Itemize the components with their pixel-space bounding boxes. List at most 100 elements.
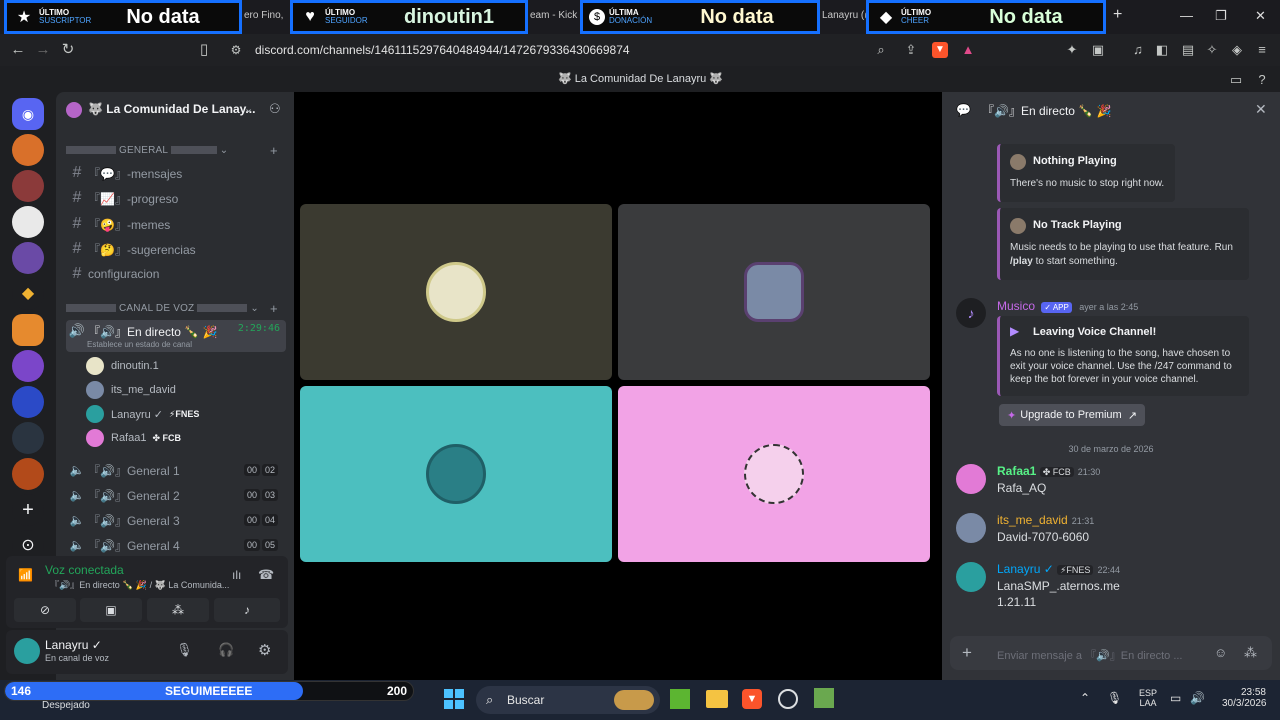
inbox-icon[interactable]: ▭ [1228, 72, 1244, 88]
new-tab-button[interactable]: + [1113, 6, 1122, 24]
leo-ai-icon[interactable]: ✧ [1204, 42, 1220, 58]
menu-icon[interactable]: ≡ [1254, 42, 1270, 58]
close-icon[interactable]: ✕ [1255, 101, 1267, 118]
activities-button[interactable]: ⁂ [147, 598, 209, 622]
avatar[interactable] [14, 638, 40, 664]
disconnect-icon[interactable]: ☎ [258, 567, 274, 583]
brave-browser-icon[interactable]: ▼ [742, 689, 762, 709]
voice-channel[interactable]: 🔈 『🔊』General 3 00 04 [66, 509, 286, 531]
upgrade-premium-button[interactable]: ✦ Upgrade to Premium ↗ [999, 404, 1145, 426]
zoom-icon[interactable]: ⌕ [873, 42, 889, 58]
voice-user[interactable]: Lanayru ✓ ⚡FNES [86, 404, 199, 424]
brave-rewards-icon[interactable]: ▲ [960, 42, 976, 58]
text-channel[interactable]: # configuracion [66, 263, 286, 285]
network-icon[interactable]: ▭ [1170, 691, 1181, 705]
weather-text[interactable]: Despejado [42, 700, 90, 711]
add-server-icon[interactable]: + [12, 494, 44, 526]
help-icon[interactable]: ? [1254, 72, 1270, 88]
category-general[interactable]: GENERAL [119, 145, 168, 156]
brave-shields-icon[interactable]: ▼ [932, 42, 948, 58]
microphone-icon[interactable]: 🎙 [176, 642, 193, 658]
category-voice[interactable]: CANAL DE VOZ [119, 303, 194, 314]
server-icon[interactable] [12, 314, 44, 346]
participant-tile[interactable] [618, 386, 930, 562]
minecraft-app-icon[interactable] [670, 689, 690, 709]
obs-app-icon[interactable] [778, 689, 798, 709]
server-icon[interactable] [12, 386, 44, 418]
browser-tab[interactable]: eam - Kick [530, 10, 577, 21]
url-input[interactable]: discord.com/channels/1461115297640484944… [255, 43, 630, 57]
settings-gear-icon[interactable]: ⚙ [258, 641, 271, 659]
chevron-down-icon[interactable]: ⌄ [244, 102, 253, 115]
text-channel[interactable]: # 『🤪』-memes [66, 213, 286, 235]
voice-user[interactable]: dinoutin.1 [86, 356, 159, 376]
avatar[interactable] [956, 513, 986, 543]
maximize-button[interactable]: ❐ [1215, 8, 1227, 24]
volume-icon[interactable]: 🔊 [1190, 691, 1205, 705]
emoji-icon[interactable]: ☺ [1214, 645, 1227, 660]
voice-user[interactable]: its_me_david [86, 380, 176, 400]
channel-status[interactable]: Establece un estado de canal [87, 340, 192, 349]
minecraft-launcher-icon[interactable] [814, 688, 834, 708]
taskbar-search[interactable]: ⌕ Buscar [476, 686, 660, 714]
server-icon[interactable] [12, 134, 44, 166]
avatar[interactable] [956, 464, 986, 494]
minimize-button[interactable]: — [1180, 8, 1193, 23]
sidebar-toggle-icon[interactable]: ◧ [1154, 42, 1170, 58]
soundboard-button[interactable]: ♪ [214, 598, 280, 622]
author-name[interactable]: its_me_david [997, 513, 1068, 527]
extensions-icon[interactable]: ✦ [1064, 42, 1080, 58]
avatar[interactable] [956, 562, 986, 592]
server-icon[interactable] [12, 458, 44, 490]
add-member-icon[interactable]: ⚇ [269, 101, 281, 117]
voice-location[interactable]: 『🔊』En directo 🍾 🎉 / 🐺 La Comunida... [50, 578, 229, 591]
noise-suppression-icon[interactable]: ılı [232, 568, 241, 582]
author-name[interactable]: Musico [997, 299, 1035, 313]
server-icon-active[interactable] [12, 350, 44, 382]
server-icon[interactable] [12, 242, 44, 274]
camera-off-button[interactable]: ⊘ [14, 598, 76, 622]
taskbar-clock[interactable]: 23:58 30/3/2026 [1222, 687, 1267, 709]
participant-tile[interactable] [618, 204, 930, 380]
language-indicator[interactable]: ESP LAA [1138, 688, 1158, 708]
text-channel[interactable]: # 『💬』-mensajes [66, 162, 286, 184]
voice-channel[interactable]: 🔈 『🔊』General 4 00 05 [66, 534, 286, 556]
file-explorer-icon[interactable] [706, 690, 728, 708]
participant-tile[interactable] [300, 204, 612, 380]
back-button[interactable]: ← [8, 40, 28, 60]
close-window-button[interactable]: ✕ [1255, 8, 1266, 24]
participant-tile[interactable] [300, 386, 612, 562]
server-name[interactable]: 🐺 La Comunidad De Lanay... [88, 102, 255, 116]
voice-user[interactable]: Rafaa1 ✤ FCB [86, 428, 181, 448]
screenshot-icon[interactable]: ▣ [1090, 42, 1106, 58]
windows-start-icon[interactable] [444, 689, 464, 709]
author-name[interactable]: Lanayru ✓ [997, 562, 1054, 576]
server-icon[interactable] [12, 206, 44, 238]
add-attachment-icon[interactable]: + [962, 643, 972, 663]
server-icon[interactable]: ◆ [12, 278, 44, 310]
text-channel[interactable]: # 『🤔』-sugerencias [66, 238, 286, 260]
vpn-icon[interactable]: ◈ [1229, 42, 1245, 58]
author-name[interactable]: Rafaa1 [997, 464, 1036, 478]
apps-icon[interactable]: ⁂ [1244, 645, 1257, 661]
voice-status[interactable]: Voz conectada [45, 563, 124, 577]
chevron-up-icon[interactable]: ⌃ [1080, 691, 1090, 705]
server-icon[interactable] [12, 422, 44, 454]
site-info-icon[interactable]: ⚙ [226, 40, 246, 60]
bookmark-icon[interactable]: ▯ [194, 40, 214, 60]
voice-channel[interactable]: 🔈 『🔊』General 1 00 02 [66, 459, 286, 481]
text-channel[interactable]: # 『📈』-progreso [66, 187, 286, 209]
add-channel-icon[interactable]: + [270, 301, 278, 316]
server-icon[interactable] [12, 170, 44, 202]
voice-channel[interactable]: 🔈 『🔊』General 2 00 03 [66, 484, 286, 506]
discord-home-icon[interactable]: ◉ [12, 98, 44, 130]
wallet-icon[interactable]: ▤ [1180, 42, 1196, 58]
headphones-icon[interactable]: 🎧 [218, 642, 234, 658]
message-input[interactable]: Enviar mensaje a 『🔊』En directo ... [997, 647, 1183, 663]
microphone-tray-icon[interactable]: 🎙 [1107, 691, 1122, 705]
media-icon[interactable]: ♫ [1130, 42, 1146, 58]
share-icon[interactable]: ⇪ [903, 42, 919, 58]
add-channel-icon[interactable]: + [270, 143, 278, 158]
bot-avatar[interactable]: ♪ [956, 298, 986, 328]
forward-button[interactable]: → [33, 40, 53, 60]
